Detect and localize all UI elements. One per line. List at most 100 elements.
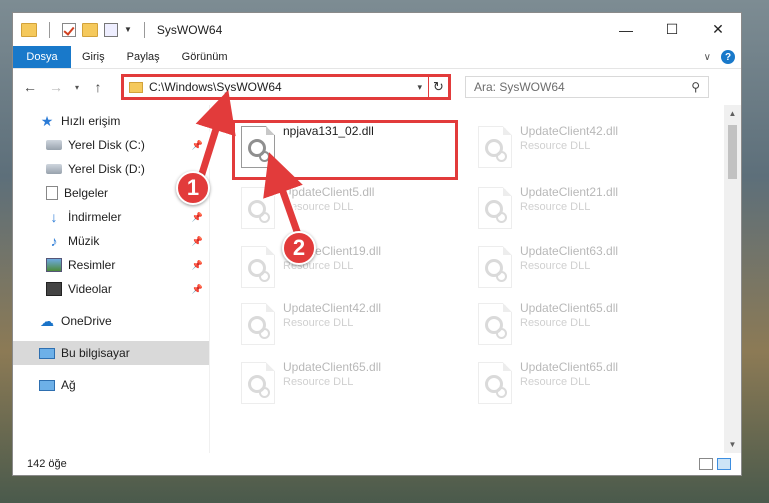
details-view-icon[interactable] bbox=[699, 458, 713, 470]
minimize-button[interactable]: — bbox=[603, 13, 649, 46]
file-description: Resource DLL bbox=[283, 376, 354, 388]
address-dropdown-icon[interactable]: ▾ bbox=[411, 82, 428, 93]
scroll-up-icon[interactable]: ▲ bbox=[724, 105, 741, 122]
sidebar-item-videos[interactable]: Videolar 📌 bbox=[13, 277, 209, 301]
sidebar-item-music[interactable]: ♪ Müzik 📌 bbox=[13, 229, 209, 253]
sidebar-item-this-pc[interactable]: Bu bilgisayar bbox=[13, 341, 209, 365]
sidebar-item-label: Müzik bbox=[68, 234, 100, 248]
file-description: Resource DLL bbox=[520, 140, 591, 152]
file-name: UpdateClient65.dll bbox=[283, 360, 382, 374]
folder-icon bbox=[129, 81, 143, 93]
sidebar-item-network[interactable]: Ağ bbox=[13, 373, 209, 397]
scroll-down-icon[interactable]: ▼ bbox=[724, 436, 741, 453]
title-bar: ▼ SysWOW64 — ☐ ✕ bbox=[13, 13, 741, 46]
drive-icon bbox=[46, 164, 62, 174]
ribbon-tabs: Dosya Giriş Paylaş Görünüm ∨ ? bbox=[13, 46, 741, 69]
tab-share[interactable]: Paylaş bbox=[116, 46, 171, 68]
dll-file-icon bbox=[478, 246, 512, 288]
sidebar-item-label: Bu bilgisayar bbox=[61, 346, 130, 360]
file-description: Resource DLL bbox=[520, 201, 591, 213]
tab-home[interactable]: Giriş bbox=[71, 46, 116, 68]
documents-icon bbox=[46, 186, 58, 200]
file-name: UpdateClient5.dll bbox=[283, 185, 375, 199]
sidebar-item-onedrive[interactable]: ☁ OneDrive bbox=[13, 309, 209, 333]
file-description: Resource DLL bbox=[283, 201, 354, 213]
search-box[interactable]: Ara: SysWOW64 ⚲ bbox=[465, 76, 709, 98]
file-item[interactable]: UpdateClient19.dll Resource DLL bbox=[235, 244, 455, 294]
sidebar-item-label: Yerel Disk (C:) bbox=[68, 138, 145, 152]
dll-file-icon bbox=[241, 362, 275, 404]
properties-check-icon[interactable] bbox=[62, 22, 76, 37]
customize-toolbar-chevron-icon[interactable]: ▼ bbox=[124, 25, 132, 34]
file-name: UpdateClient21.dll bbox=[520, 185, 619, 199]
back-button[interactable]: ← bbox=[19, 79, 41, 95]
tiles-view-icon[interactable] bbox=[717, 458, 731, 470]
item-count: 142 öğe bbox=[27, 458, 67, 470]
file-item[interactable]: UpdateClient65.dll Resource DLL bbox=[235, 360, 455, 410]
pin-icon: 📌 bbox=[191, 139, 203, 150]
file-name: UpdateClient42.dll bbox=[283, 301, 382, 315]
expand-ribbon-chevron-icon[interactable]: ∨ bbox=[704, 52, 711, 63]
drive-icon bbox=[46, 140, 62, 150]
window-controls: — ☐ ✕ bbox=[603, 13, 741, 46]
address-bar[interactable]: C:\Windows\SysWOW64 ▾ ↻ bbox=[121, 74, 451, 100]
highlight-box bbox=[232, 120, 458, 180]
ribbon-right: ∨ ? bbox=[704, 46, 741, 68]
pictures-icon bbox=[46, 258, 62, 272]
file-description: Resource DLL bbox=[283, 317, 354, 329]
file-item[interactable]: UpdateClient65.dll Resource DLL bbox=[472, 301, 692, 351]
dll-file-icon bbox=[478, 126, 512, 168]
downloads-icon: ↓ bbox=[50, 209, 58, 225]
view-switcher bbox=[699, 458, 741, 470]
divider bbox=[49, 21, 50, 38]
sidebar-item-downloads[interactable]: ↓ İndirmeler 📌 bbox=[13, 205, 209, 229]
star-icon: ★ bbox=[40, 112, 54, 129]
navigation-pane: ★ Hızlı erişim Yerel Disk (C:) 📌 Yerel D… bbox=[13, 105, 210, 453]
dll-file-icon bbox=[241, 303, 275, 345]
rename-icon[interactable] bbox=[104, 22, 118, 37]
address-path[interactable]: C:\Windows\SysWOW64 bbox=[149, 80, 411, 94]
up-button[interactable]: ↑ bbox=[87, 79, 109, 95]
tab-view[interactable]: Görünüm bbox=[171, 46, 239, 68]
scrollbar-thumb[interactable] bbox=[728, 125, 737, 179]
search-input[interactable]: Ara: SysWOW64 bbox=[474, 80, 565, 94]
computer-icon bbox=[39, 347, 55, 359]
pin-icon: 📌 bbox=[191, 235, 203, 246]
file-item[interactable]: UpdateClient42.dll Resource DLL bbox=[472, 124, 692, 174]
sidebar-item-label: Resimler bbox=[68, 258, 116, 272]
file-item[interactable]: UpdateClient42.dll Resource DLL bbox=[235, 301, 455, 351]
sidebar-item-label: Videolar bbox=[68, 282, 112, 296]
recent-locations-button[interactable]: ▾ bbox=[71, 83, 83, 92]
file-explorer-window: ▼ SysWOW64 — ☐ ✕ Dosya Giriş Paylaş Görü… bbox=[12, 12, 742, 476]
file-name: UpdateClient65.dll bbox=[520, 301, 619, 315]
navigation-bar: ← → ▾ ↑ C:\Windows\SysWOW64 ▾ ↻ Ara: Sys… bbox=[13, 69, 741, 105]
dll-file-icon bbox=[478, 303, 512, 345]
file-description: Resource DLL bbox=[520, 376, 591, 388]
refresh-button[interactable]: ↻ bbox=[428, 77, 448, 97]
forward-button[interactable]: → bbox=[45, 79, 67, 95]
pin-icon: 📌 bbox=[191, 259, 203, 270]
cloud-icon: ☁ bbox=[40, 312, 54, 329]
close-button[interactable]: ✕ bbox=[695, 13, 741, 46]
window-title: SysWOW64 bbox=[156, 22, 223, 37]
file-item[interactable]: UpdateClient21.dll Resource DLL bbox=[472, 185, 692, 235]
sidebar-item-local-disk-c[interactable]: Yerel Disk (C:) 📌 bbox=[13, 133, 209, 157]
main-area: ★ Hızlı erişim Yerel Disk (C:) 📌 Yerel D… bbox=[13, 105, 741, 453]
sidebar-item-pictures[interactable]: Resimler 📌 bbox=[13, 253, 209, 277]
file-description: Resource DLL bbox=[520, 317, 591, 329]
videos-icon bbox=[46, 282, 62, 296]
network-icon bbox=[39, 379, 55, 391]
file-item[interactable]: UpdateClient63.dll Resource DLL bbox=[472, 244, 692, 294]
file-name: UpdateClient63.dll bbox=[520, 244, 619, 258]
maximize-button[interactable]: ☐ bbox=[649, 13, 695, 46]
tab-file[interactable]: Dosya bbox=[13, 46, 71, 68]
help-icon[interactable]: ? bbox=[721, 50, 735, 64]
vertical-scrollbar[interactable]: ▲ ▼ bbox=[724, 105, 741, 453]
file-item[interactable]: UpdateClient5.dll Resource DLL bbox=[235, 185, 455, 235]
sidebar-item-label: OneDrive bbox=[61, 314, 112, 328]
folder-icon bbox=[21, 22, 37, 37]
dll-file-icon bbox=[478, 187, 512, 229]
sidebar-item-quick-access[interactable]: ★ Hızlı erişim bbox=[13, 109, 209, 133]
new-folder-icon[interactable] bbox=[82, 22, 98, 37]
file-item[interactable]: UpdateClient65.dll Resource DLL bbox=[472, 360, 692, 410]
